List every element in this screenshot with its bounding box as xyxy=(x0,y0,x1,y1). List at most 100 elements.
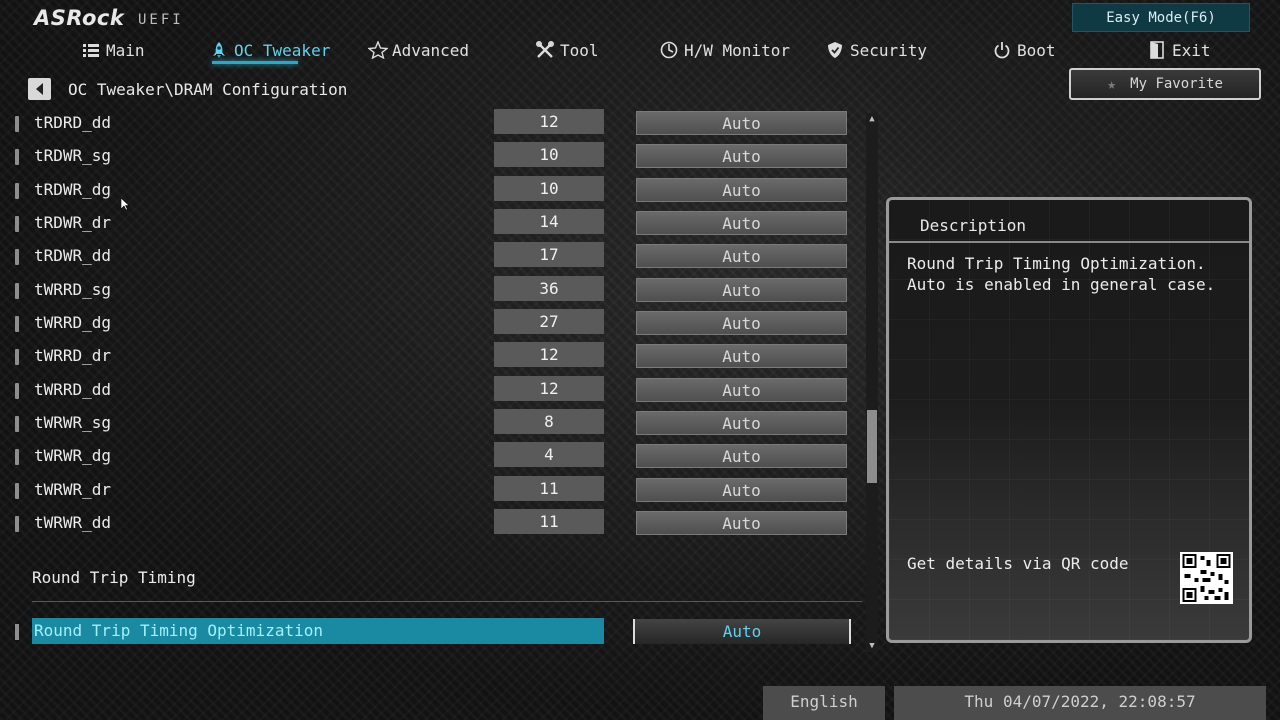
back-arrow-icon xyxy=(35,83,43,95)
setting-mode-select[interactable]: Auto xyxy=(636,511,847,535)
list-icon xyxy=(82,41,100,59)
tab-advanced[interactable]: Advanced xyxy=(367,36,470,64)
setting-mode-select[interactable]: Auto xyxy=(636,344,847,368)
setting-mode-select[interactable]: Auto xyxy=(636,244,847,268)
breadcrumb: OC Tweaker\DRAM Configuration xyxy=(68,80,348,99)
setting-name: tRDWR_dg xyxy=(34,180,112,199)
tab-security-label: Security xyxy=(850,40,928,60)
setting-mode-select[interactable]: Auto xyxy=(636,278,847,302)
tab-hw-monitor-label: H/W Monitor xyxy=(684,40,790,60)
row-marker xyxy=(15,183,19,199)
setting-value: 4 xyxy=(494,442,604,467)
description-title: Description xyxy=(920,216,1026,235)
language-button[interactable]: English xyxy=(763,686,885,720)
setting-mode-select[interactable]: Auto xyxy=(636,444,847,468)
scrollbar-track[interactable] xyxy=(866,113,878,652)
row-marker xyxy=(15,483,19,499)
star-icon xyxy=(367,40,389,60)
setting-row[interactable]: tWRWR_dd 11 Auto xyxy=(0,509,870,542)
section-title: Round Trip Timing xyxy=(32,568,196,587)
setting-name: tWRRD_dg xyxy=(34,313,112,332)
easy-mode-button[interactable]: Easy Mode(F6) xyxy=(1072,3,1250,32)
scroll-down-icon[interactable]: ▼ xyxy=(866,640,878,652)
datetime-display: Thu 04/07/2022, 22:08:57 xyxy=(894,686,1266,720)
asrock-logo: ASRock xyxy=(34,6,125,30)
back-button[interactable] xyxy=(28,78,51,100)
setting-name: tWRRD_sg xyxy=(34,280,112,299)
setting-value: 17 xyxy=(494,242,604,267)
exit-door-icon xyxy=(1148,41,1166,59)
setting-mode-select[interactable]: Auto xyxy=(636,411,847,435)
setting-name: tWRWR_dd xyxy=(34,513,112,532)
row-marker xyxy=(15,283,19,299)
setting-row[interactable]: tRDWR_dd 17 Auto xyxy=(0,242,870,275)
tab-security[interactable]: Security xyxy=(826,36,927,64)
setting-value: 11 xyxy=(494,476,604,501)
setting-name: tWRWR_sg xyxy=(34,413,112,432)
setting-row[interactable]: tWRWR_dr 11 Auto xyxy=(0,476,870,509)
setting-mode-select[interactable]: Auto xyxy=(636,144,847,168)
setting-row[interactable]: tRDWR_sg 10 Auto xyxy=(0,142,870,175)
setting-row[interactable]: tRDRD_dd 12 Auto xyxy=(0,109,870,142)
power-icon xyxy=(993,41,1011,59)
row-marker xyxy=(15,249,19,265)
row-marker xyxy=(15,383,19,399)
tab-oc-tweaker[interactable]: OC Tweaker xyxy=(210,36,330,64)
setting-value: 12 xyxy=(494,376,604,401)
setting-mode-select[interactable]: Auto xyxy=(636,378,847,402)
setting-name: tWRRD_dd xyxy=(34,380,112,399)
setting-mode-select[interactable]: Auto xyxy=(636,111,847,135)
setting-mode-select[interactable]: Auto xyxy=(636,478,847,502)
tab-exit[interactable]: Exit xyxy=(1148,36,1211,64)
setting-row[interactable]: tRDWR_dr 14 Auto xyxy=(0,209,870,242)
uefi-label: UEFI xyxy=(138,12,184,28)
setting-value: 14 xyxy=(494,209,604,234)
my-favorite-button[interactable]: ★ My Favorite xyxy=(1069,68,1261,100)
selected-setting-name[interactable]: Round Trip Timing Optimization xyxy=(34,621,323,640)
tab-boot-label: Boot xyxy=(1017,40,1056,60)
setting-value: 27 xyxy=(494,309,604,334)
setting-mode-select[interactable]: Auto xyxy=(636,211,847,235)
tab-main[interactable]: Main xyxy=(82,36,145,64)
row-marker xyxy=(15,349,19,365)
tab-tool-label: Tool xyxy=(560,40,599,60)
my-favorite-label: My Favorite xyxy=(1130,76,1223,92)
scrollbar-thumb[interactable] xyxy=(867,410,877,483)
selected-setting-mode-select[interactable]: Auto xyxy=(633,619,851,644)
setting-mode-select[interactable]: Auto xyxy=(636,311,847,335)
setting-value: 8 xyxy=(494,409,604,434)
main-nav: Main OC Tweaker Advanced Tool H/W Monito… xyxy=(0,36,1280,66)
setting-value: 11 xyxy=(494,509,604,534)
scroll-up-icon[interactable]: ▲ xyxy=(866,113,878,125)
qr-code-icon xyxy=(1180,552,1233,604)
setting-row[interactable]: tWRRD_dg 27 Auto xyxy=(0,309,870,342)
tab-oc-tweaker-label: OC Tweaker xyxy=(234,40,331,60)
favorite-star-icon: ★ xyxy=(1107,75,1117,93)
setting-row[interactable]: tWRRD_dd 12 Auto xyxy=(0,376,870,409)
tab-exit-label: Exit xyxy=(1172,40,1211,60)
setting-value: 10 xyxy=(494,142,604,167)
setting-row[interactable]: tWRRD_dr 12 Auto xyxy=(0,342,870,375)
setting-name: tRDWR_sg xyxy=(34,146,112,165)
setting-value: 36 xyxy=(494,276,604,301)
row-marker xyxy=(15,149,19,165)
tab-tool[interactable]: Tool xyxy=(535,36,599,64)
active-tab-indicator xyxy=(212,61,298,64)
tab-hw-monitor[interactable]: H/W Monitor xyxy=(660,36,790,64)
setting-name: tWRWR_dg xyxy=(34,446,112,465)
monitor-icon xyxy=(660,41,678,59)
row-marker xyxy=(15,624,19,640)
setting-mode-select[interactable]: Auto xyxy=(636,178,847,202)
setting-name: tWRRD_dr xyxy=(34,346,112,365)
tab-advanced-label: Advanced xyxy=(392,40,470,60)
setting-row[interactable]: tWRRD_sg 36 Auto xyxy=(0,276,870,309)
setting-row[interactable]: tWRWR_sg 8 Auto xyxy=(0,409,870,442)
mouse-cursor-icon xyxy=(120,196,130,215)
qr-label: Get details via QR code xyxy=(907,554,1129,573)
setting-row[interactable]: tWRWR_dg 4 Auto xyxy=(0,442,870,475)
row-marker xyxy=(15,116,19,132)
setting-row[interactable]: tRDWR_dg 10 Auto xyxy=(0,176,870,209)
tab-boot[interactable]: Boot xyxy=(993,36,1056,64)
tab-main-label: Main xyxy=(106,40,145,60)
setting-value: 12 xyxy=(494,342,604,367)
